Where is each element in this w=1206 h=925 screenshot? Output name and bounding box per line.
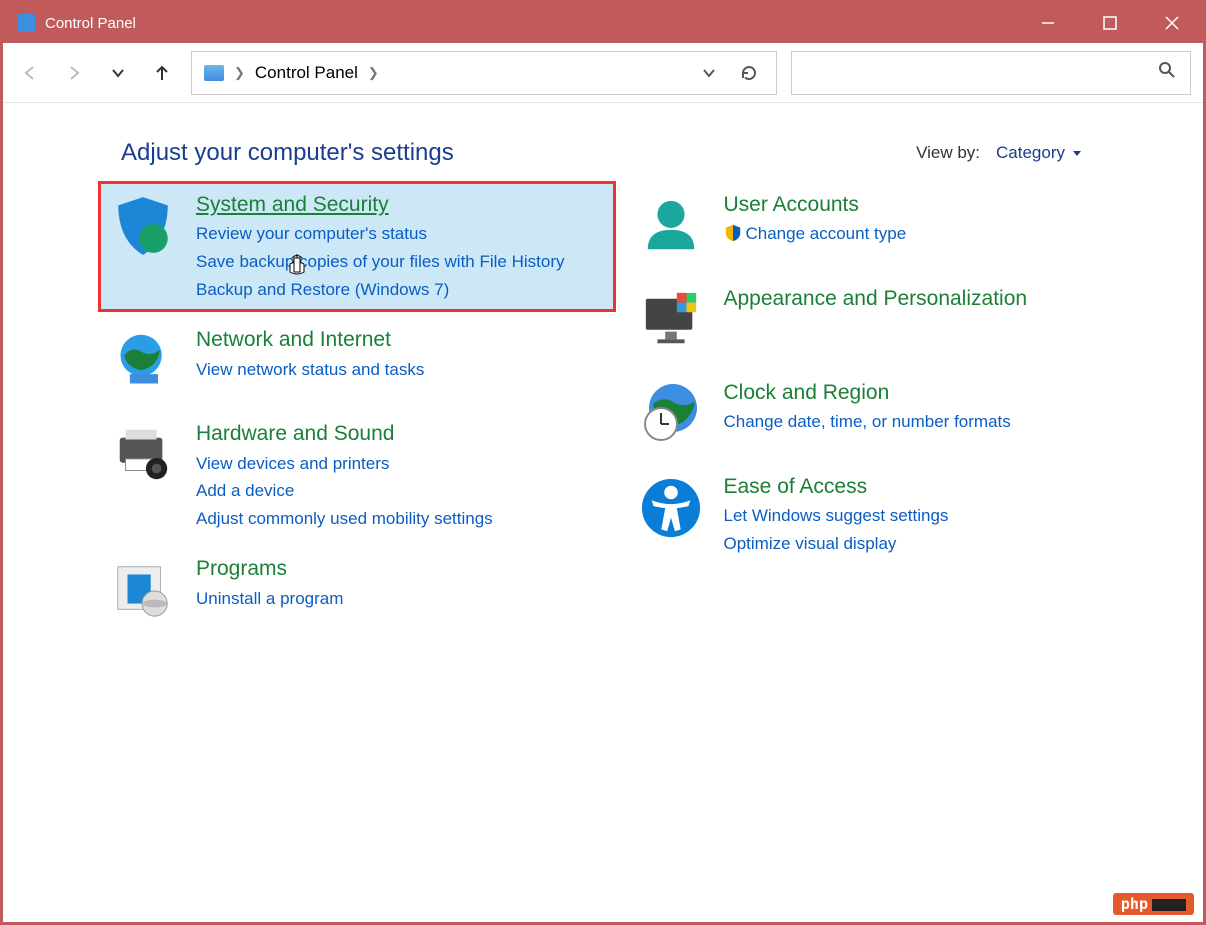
category-appearance[interactable]: Appearance and Personalization bbox=[626, 275, 1144, 365]
address-bar[interactable]: ❯ Control Panel ❯ bbox=[191, 51, 777, 95]
view-by: View by: Category bbox=[916, 143, 1083, 163]
search-icon[interactable] bbox=[1158, 61, 1176, 84]
view-by-label: View by: bbox=[916, 143, 980, 163]
category-link[interactable]: Let Windows suggest settings bbox=[724, 504, 949, 529]
address-location[interactable]: Control Panel bbox=[255, 63, 358, 83]
search-input[interactable] bbox=[806, 64, 1158, 82]
category-title[interactable]: User Accounts bbox=[724, 191, 907, 218]
category-link[interactable]: Review your computer's status bbox=[196, 222, 565, 247]
clock-globe-icon bbox=[636, 379, 706, 449]
category-link[interactable]: Change date, time, or number formats bbox=[724, 410, 1011, 435]
shield-icon bbox=[108, 191, 178, 261]
globe-icon bbox=[108, 326, 178, 396]
minimize-button[interactable] bbox=[1017, 3, 1079, 43]
category-system-security[interactable]: System and Security Review your computer… bbox=[98, 181, 616, 312]
category-link[interactable]: View devices and printers bbox=[196, 452, 493, 477]
category-link[interactable]: Add a device bbox=[196, 479, 493, 504]
user-icon bbox=[636, 191, 706, 261]
monitor-icon bbox=[636, 285, 706, 355]
category-title[interactable]: Network and Internet bbox=[196, 326, 424, 353]
column-right: User Accounts Change account type Appear… bbox=[626, 181, 1144, 639]
category-title[interactable]: Appearance and Personalization bbox=[724, 285, 1028, 312]
chevron-right-icon[interactable]: ❯ bbox=[368, 65, 379, 81]
category-link[interactable]: Backup and Restore (Windows 7) bbox=[196, 278, 565, 303]
up-button[interactable] bbox=[147, 58, 177, 88]
toolbar: ❯ Control Panel ❯ bbox=[3, 43, 1203, 103]
category-link[interactable]: Change account type bbox=[724, 222, 907, 247]
maximize-button[interactable] bbox=[1079, 3, 1141, 43]
category-title[interactable]: Hardware and Sound bbox=[196, 420, 493, 447]
programs-icon bbox=[108, 555, 178, 625]
category-title[interactable]: Clock and Region bbox=[724, 379, 1011, 406]
category-link[interactable]: Uninstall a program bbox=[196, 587, 343, 612]
printer-icon bbox=[108, 420, 178, 490]
app-icon bbox=[17, 14, 35, 32]
category-link[interactable]: Optimize visual display bbox=[724, 532, 949, 557]
chevron-right-icon[interactable]: ❯ bbox=[234, 65, 245, 81]
view-by-dropdown[interactable]: Category bbox=[996, 143, 1083, 163]
category-programs[interactable]: Programs Uninstall a program bbox=[98, 545, 616, 635]
category-link[interactable]: Save backup copies of your files with Fi… bbox=[196, 250, 565, 275]
category-user-accounts[interactable]: User Accounts Change account type bbox=[626, 181, 1144, 271]
category-title[interactable]: Programs bbox=[196, 555, 343, 582]
view-by-value: Category bbox=[996, 143, 1065, 163]
category-title[interactable]: Ease of Access bbox=[724, 473, 949, 500]
address-dropdown-button[interactable] bbox=[694, 58, 724, 88]
recent-locations-button[interactable] bbox=[103, 58, 133, 88]
column-left: System and Security Review your computer… bbox=[98, 181, 616, 639]
refresh-button[interactable] bbox=[734, 58, 764, 88]
forward-button[interactable] bbox=[59, 58, 89, 88]
category-clock-region[interactable]: Clock and Region Change date, time, or n… bbox=[626, 369, 1144, 459]
back-button[interactable] bbox=[15, 58, 45, 88]
category-link[interactable]: View network status and tasks bbox=[196, 358, 424, 383]
uac-shield-icon bbox=[724, 224, 742, 242]
category-hardware[interactable]: Hardware and Sound View devices and prin… bbox=[98, 410, 616, 541]
window-title: Control Panel bbox=[45, 15, 1017, 32]
title-bar: Control Panel bbox=[3, 3, 1203, 43]
category-grid: System and Security Review your computer… bbox=[3, 181, 1203, 639]
close-button[interactable] bbox=[1141, 3, 1203, 43]
category-ease-of-access[interactable]: Ease of Access Let Windows suggest setti… bbox=[626, 463, 1144, 567]
category-network[interactable]: Network and Internet View network status… bbox=[98, 316, 616, 406]
watermark: php bbox=[1113, 893, 1194, 915]
category-title[interactable]: System and Security bbox=[196, 191, 565, 218]
search-box[interactable] bbox=[791, 51, 1191, 95]
category-link[interactable]: Adjust commonly used mobility settings bbox=[196, 507, 493, 532]
header-row: Adjust your computer's settings View by:… bbox=[3, 103, 1203, 181]
page-heading: Adjust your computer's settings bbox=[121, 139, 916, 167]
accessibility-icon bbox=[636, 473, 706, 543]
control-panel-icon bbox=[204, 65, 224, 81]
